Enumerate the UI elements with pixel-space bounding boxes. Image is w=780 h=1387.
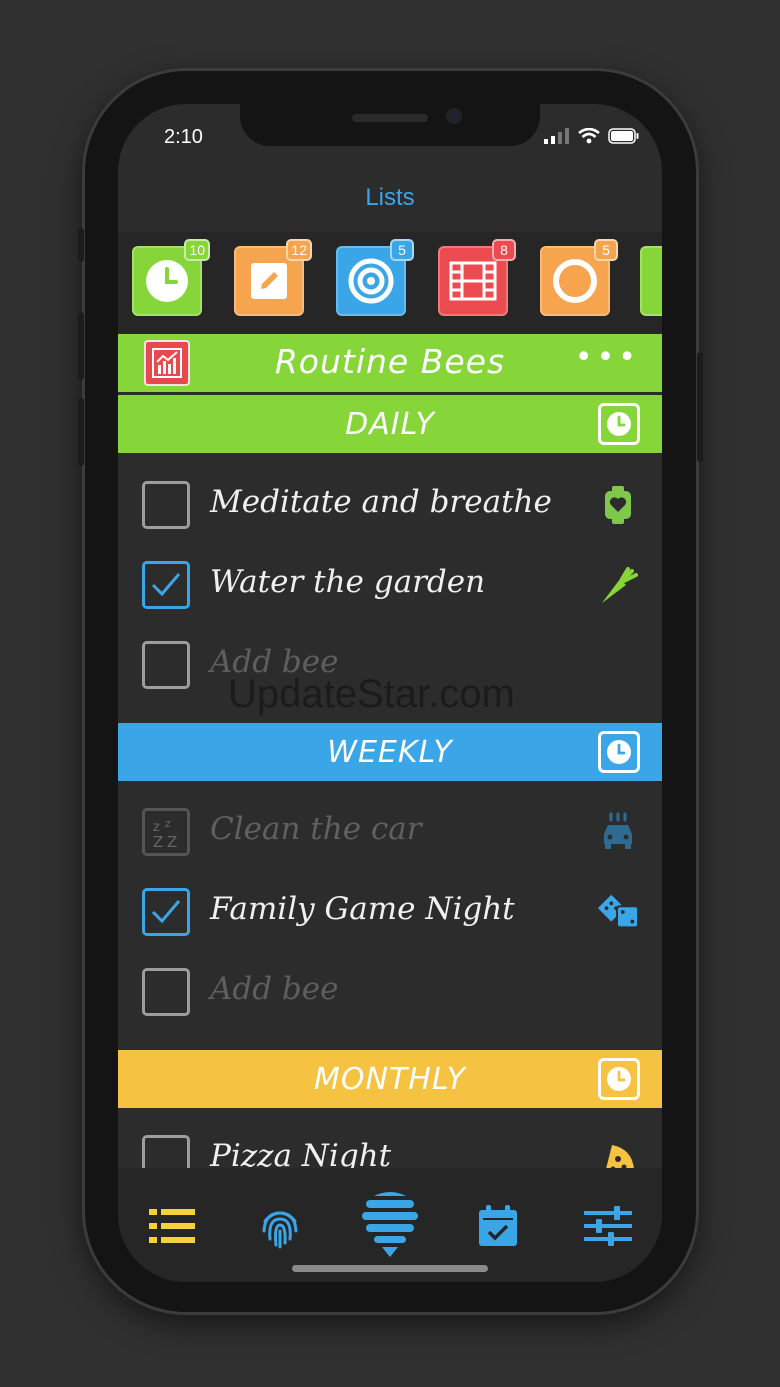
item-checkbox[interactable]: [142, 641, 190, 689]
ring-icon: [553, 259, 597, 303]
item-text: Water the garden: [210, 564, 486, 600]
side-button: [78, 228, 84, 262]
section-label: DAILY: [345, 407, 435, 442]
tab-lists[interactable]: [142, 1196, 202, 1256]
calendar-check-icon: [479, 1205, 517, 1246]
section-label: MONTHLY: [314, 1062, 466, 1097]
category-movies[interactable]: 8: [438, 239, 516, 316]
item-checkbox-checked[interactable]: [142, 888, 190, 936]
section-daily: DAILY: [118, 395, 662, 453]
category-badge: 12: [286, 239, 312, 261]
section-monthly: MONTHLY: [118, 1050, 662, 1108]
watch-heart-icon: [596, 485, 640, 525]
list-icon: [149, 1209, 195, 1243]
svg-text:Z: Z: [167, 833, 177, 851]
svg-text:Z: Z: [153, 833, 163, 851]
power-button: [697, 352, 703, 462]
volume-down-button: [78, 398, 84, 466]
section-clock-button[interactable]: [598, 731, 640, 773]
category-badge: 5: [594, 239, 618, 261]
tab-settings[interactable]: [578, 1196, 638, 1256]
home-indicator[interactable]: [292, 1265, 488, 1272]
more-options-button[interactable]: •••: [575, 340, 640, 375]
carrot-icon: [596, 565, 640, 605]
snoozed-checkbox[interactable]: z z Z Z: [142, 808, 190, 856]
camera: [446, 108, 462, 124]
category-tags[interactable]: [640, 246, 662, 316]
fingerprint-icon: [262, 1211, 298, 1249]
tab-fingerprint[interactable]: [250, 1196, 310, 1256]
category-routine[interactable]: 10: [132, 239, 210, 316]
status-icons: [544, 128, 640, 144]
bee-hive-icon: [362, 1192, 418, 1257]
check-icon: [151, 573, 181, 597]
section-label: WEEKLY: [327, 735, 453, 770]
battery-icon: [608, 128, 639, 144]
list-header: Routine Bees •••: [118, 334, 662, 392]
wifi-icon: [578, 128, 600, 144]
category-goals[interactable]: 5: [336, 239, 414, 316]
nav-title: Lists: [365, 184, 415, 211]
car-wash-icon: [596, 812, 640, 852]
watermark: UpdateStar.com: [228, 672, 515, 716]
speaker: [352, 114, 428, 122]
item-text: Family Game Night: [210, 891, 515, 927]
add-bee-placeholder[interactable]: Add bee: [210, 971, 338, 1007]
category-badge: 10: [184, 239, 210, 261]
tab-hive[interactable]: [360, 1182, 420, 1266]
clock-icon: [607, 740, 631, 764]
category-notes[interactable]: 12: [234, 239, 312, 316]
screen: 2:10 Lists 10 12 5 8 5 Routine Bees ••• …: [118, 104, 662, 1282]
item-checkbox-checked[interactable]: [142, 561, 190, 609]
pencil-icon: [251, 263, 287, 299]
clock-icon: [607, 412, 631, 436]
svg-text:z: z: [165, 817, 171, 830]
list-item[interactable]: Family Game Night: [118, 873, 662, 953]
section-weekly: WEEKLY: [118, 723, 662, 781]
volume-up-button: [78, 312, 84, 380]
tab-calendar[interactable]: [468, 1196, 528, 1256]
status-time: 2:10: [164, 126, 203, 148]
sliders-icon: [584, 1206, 632, 1246]
tag-icon: [655, 261, 662, 301]
item-checkbox[interactable]: [142, 481, 190, 529]
film-icon: [449, 261, 497, 301]
notch: [240, 104, 540, 146]
list-item[interactable]: Water the garden: [118, 546, 662, 626]
list-item[interactable]: Meditate and breathe: [118, 466, 662, 546]
snooze-icon: z z Z Z: [153, 817, 177, 851]
category-strip[interactable]: 10 12 5 8 5: [118, 232, 662, 334]
check-icon: [151, 900, 181, 924]
section-clock-button[interactable]: [598, 403, 640, 445]
section-clock-button[interactable]: [598, 1058, 640, 1100]
target-icon: [348, 258, 394, 304]
clock-icon: [146, 260, 188, 302]
add-item-row[interactable]: Add bee: [118, 953, 662, 1033]
item-text: Clean the car: [210, 811, 422, 847]
category-badge: 8: [492, 239, 516, 261]
list-item[interactable]: z z Z Z Clean the car: [118, 793, 662, 873]
dice-icon: [596, 892, 640, 932]
category-habits[interactable]: 5: [540, 239, 618, 316]
item-text: Meditate and breathe: [210, 484, 552, 520]
signal-icon: [544, 128, 569, 144]
item-checkbox[interactable]: [142, 968, 190, 1016]
clock-icon: [607, 1067, 631, 1091]
category-badge: 5: [390, 239, 414, 261]
